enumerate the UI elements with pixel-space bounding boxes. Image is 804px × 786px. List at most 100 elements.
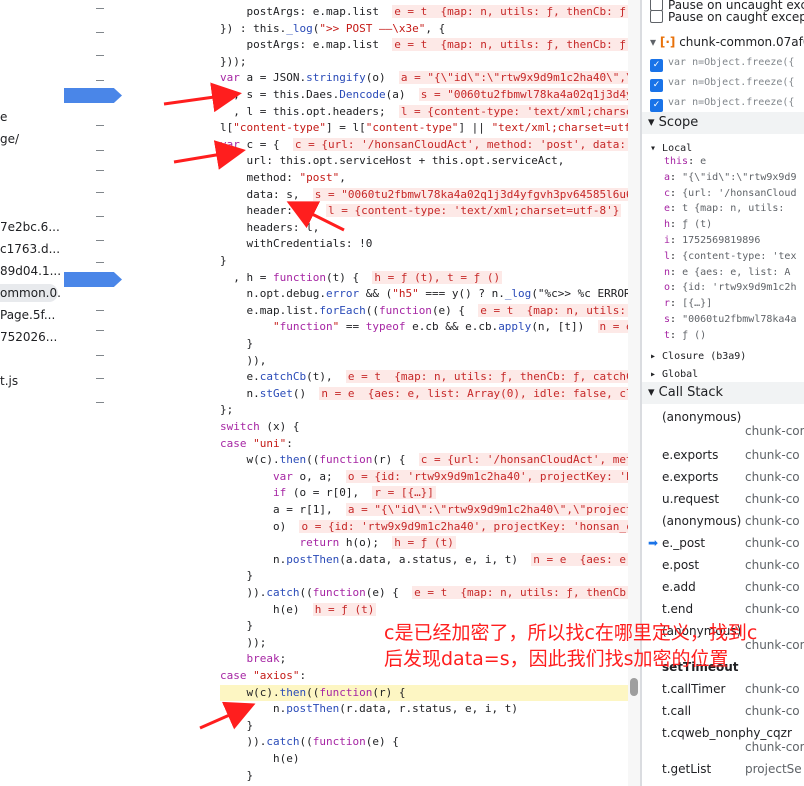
file-item[interactable]: 89d04.1... <box>0 262 61 280</box>
code-line[interactable]: }) : this._log(">> POST ——\x3e", { <box>220 21 445 38</box>
scope-item[interactable]: this: e <box>642 152 804 168</box>
gutter-dash <box>96 240 104 241</box>
breakpoint-line[interactable]: ✓ var n=Object.freeze({ <box>642 50 804 72</box>
code-line[interactable]: o) o = {id: 'rtw9x9d9m1c2ha40', projectK… <box>220 519 628 536</box>
code-line[interactable]: } <box>220 618 253 635</box>
call-frame[interactable]: (anonymous) chunk-con <box>642 406 804 438</box>
call-frame[interactable]: e.post chunk-co <box>642 554 804 576</box>
file-item[interactable]: c1763.d... <box>0 240 60 258</box>
code-line[interactable]: n.postThen(r.data, r.status, e, i, t) <box>220 701 518 718</box>
current-frame-icon: ➡ <box>648 536 659 550</box>
code-line[interactable]: } <box>220 718 253 735</box>
code-line[interactable]: }; <box>220 402 233 419</box>
code-line[interactable]: } <box>220 336 253 353</box>
code-line[interactable]: if (o = r[0], r = [{…}] <box>220 485 436 502</box>
code-line[interactable]: case "uni": <box>220 436 293 453</box>
call-frame[interactable]: u.request chunk-co <box>642 488 804 510</box>
code-line[interactable]: "function" == typeof e.cb && e.cb.apply(… <box>220 319 628 336</box>
file-item[interactable]: e <box>0 108 7 126</box>
code-line[interactable]: )), <box>220 353 266 370</box>
gutter-dash <box>96 170 104 171</box>
code-line[interactable]: n.stGet() n = e {aes: e, list: Array(0),… <box>220 386 628 403</box>
code-line[interactable]: } <box>220 253 227 270</box>
code-line[interactable]: a = r[1], a = "{\"id\":\"rtw9x9d9m1c2ha4… <box>220 502 628 519</box>
code-line[interactable]: , h = function(t) { h = ƒ (t), t = ƒ () <box>220 270 503 287</box>
breakpoint-marker[interactable] <box>64 88 122 103</box>
code-line[interactable]: url: this.opt.serviceHost + this.opt.ser… <box>220 153 564 170</box>
scope-item[interactable]: s: "0060tu2fbmwl78ka4a <box>642 310 804 326</box>
code-line[interactable]: h(e) <box>220 751 300 768</box>
scope-item[interactable]: h: ƒ (t) <box>642 215 804 231</box>
call-frame[interactable]: e.exports chunk-co <box>642 444 804 466</box>
code-line[interactable]: })); <box>220 54 247 71</box>
call-frame[interactable]: t.cqweb_nonphy_cqzr chunk-con <box>642 722 804 754</box>
code-line[interactable]: , l = this.opt.headers; l = {content-typ… <box>220 104 628 121</box>
scope-item[interactable]: e: t {map: n, utils: <box>642 199 804 215</box>
code-line[interactable]: withCredentials: !0 <box>220 236 372 253</box>
gutter-dash <box>96 402 104 403</box>
call-frame[interactable]: ➡ e._post chunk-co <box>642 532 804 554</box>
code-line[interactable]: n.postThen(a.data, a.status, e, i, t) n … <box>220 552 628 569</box>
code-line[interactable]: var o, a; o = {id: 'rtw9x9d9m1c2ha40', p… <box>220 469 628 486</box>
call-frame[interactable]: t.call chunk-co <box>642 700 804 722</box>
call-frame[interactable]: (anonymous) chunk-co <box>642 510 804 532</box>
code-line[interactable]: n.opt.debug.error && ("h5" === y() ? n._… <box>220 286 628 303</box>
gutter-dash <box>96 216 104 217</box>
code-line[interactable]: e.map.list.forEach((function(e) { e = t … <box>220 303 628 320</box>
code-line[interactable]: headers: l, <box>220 220 319 237</box>
checkbox-icon[interactable]: ✓ <box>650 99 663 112</box>
file-item[interactable]: 7e2bc.6... <box>0 218 60 236</box>
scope-item[interactable]: a: "{\"id\":\"rtw9x9d9 <box>642 168 804 184</box>
code-line[interactable]: w(c).then((function(r) { c = {url: '/hon… <box>220 452 628 469</box>
file-item[interactable]: ge/ <box>0 130 19 148</box>
call-frame[interactable]: t.getList projectSe <box>642 758 804 780</box>
code-line[interactable]: return h(o); h = ƒ (t) <box>220 535 456 552</box>
scope-item[interactable]: i: 1752569819896 <box>642 231 804 247</box>
scope-item[interactable]: c: {url: '/honsanCloud <box>642 184 804 200</box>
scope-item[interactable]: o: {id: 'rtw9x9d9m1c2h <box>642 278 804 294</box>
breakpoint-line[interactable]: ✓ var n=Object.freeze({ <box>642 70 804 92</box>
scope-global[interactable]: ▸ Global <box>642 362 804 384</box>
code-line[interactable]: h(e) h = ƒ (t) <box>220 602 377 619</box>
code-line[interactable]: } <box>220 568 253 585</box>
code-line[interactable]: w(c).then((function(r) { <box>220 684 628 702</box>
code-line[interactable]: e.catchCb(t), e = t {map: n, utils: ƒ, t… <box>220 369 628 386</box>
code-line[interactable]: postArgs: e.map.list e = t {map: n, util… <box>220 4 628 21</box>
scrollbar-thumb[interactable] <box>630 678 638 696</box>
scope-item[interactable]: r: [{…}] <box>642 294 804 310</box>
code-line[interactable]: l["content-type"] = l["content-type"] ||… <box>220 120 628 137</box>
breakpoint-marker[interactable] <box>64 272 122 287</box>
file-item[interactable]: t.js <box>0 372 18 390</box>
scope-item[interactable]: l: {content-type: 'tex <box>642 247 804 263</box>
code-line[interactable]: var c = { c = {url: '/honsanCloudAct', m… <box>220 137 628 154</box>
code-line[interactable]: switch (x) { <box>220 419 300 436</box>
call-frame[interactable]: e.add chunk-co <box>642 576 804 598</box>
code-line[interactable]: } <box>220 768 253 785</box>
scope-header[interactable]: ▾ Scope <box>642 112 804 134</box>
breakpoint-line[interactable]: ✓ var n=Object.freeze({ <box>642 90 804 112</box>
code-line[interactable]: data: s, s = "0060tu2fbmwl78ka4a02q1j3d4… <box>220 187 628 204</box>
code-line[interactable]: postArgs: e.map.list e = t {map: n, util… <box>220 37 628 54</box>
line-gutter[interactable] <box>62 0 220 786</box>
call-frame[interactable]: t.end chunk-co <box>642 598 804 620</box>
file-item[interactable]: ommon.0... <box>0 284 62 302</box>
code-line[interactable]: , s = this.Daes.Dencode(a) s = "0060tu2f… <box>220 87 628 104</box>
file-item[interactable]: Page.5f... <box>0 306 55 324</box>
call-frame[interactable]: t.callTimer chunk-co <box>642 678 804 700</box>
code-line[interactable]: break; <box>220 651 287 668</box>
code-line[interactable]: )).catch((function(e) { <box>220 734 398 751</box>
scope-item[interactable]: n: e {aes: e, list: A <box>642 263 804 279</box>
code-line[interactable]: method: "post", <box>220 170 345 187</box>
code-line[interactable]: )).catch((function(e) { e = t {map: n, u… <box>220 585 628 602</box>
checkbox-icon[interactable] <box>650 10 663 23</box>
code-line[interactable]: case "axios": <box>220 668 306 685</box>
pause-caught-option[interactable]: Pause on caught excepti <box>642 6 804 28</box>
code-line[interactable]: header: l, l = {content-type: 'text/xml;… <box>220 203 622 220</box>
scope-item[interactable]: t: ƒ () <box>642 326 804 342</box>
file-item[interactable]: 752026... <box>0 328 57 346</box>
call-stack-header[interactable]: ▾ Call Stack <box>642 382 804 404</box>
code-line[interactable]: var a = JSON.stringify(o) a = "{\"id\":\… <box>220 70 628 87</box>
call-frame[interactable]: e.exports chunk-co <box>642 466 804 488</box>
gutter-dash <box>96 32 104 33</box>
code-line[interactable]: )); <box>220 635 266 652</box>
